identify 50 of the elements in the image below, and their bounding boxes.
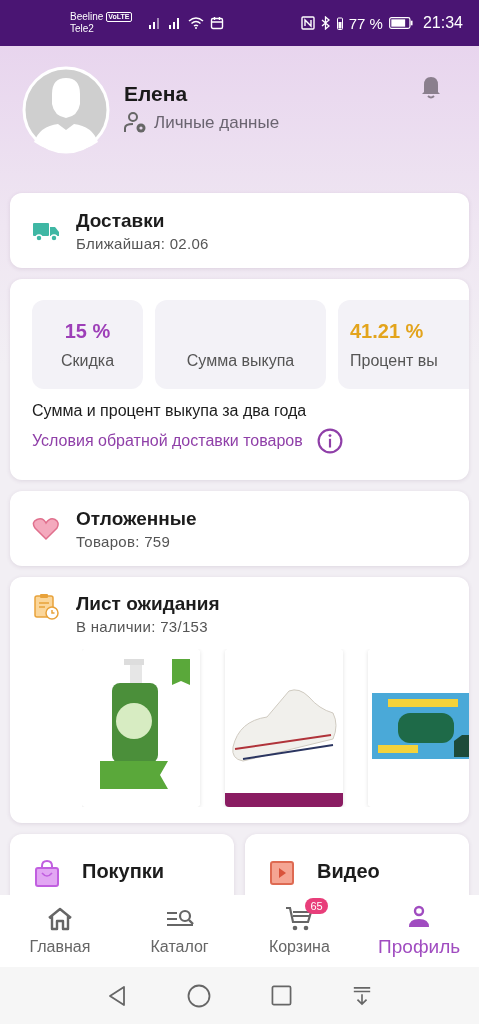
card-title: Видео (317, 860, 380, 883)
nav-tab[interactable]: Профиль (359, 895, 479, 967)
recent-apps-icon[interactable] (271, 985, 292, 1006)
stat-label: Сумма выкупа (186, 351, 295, 370)
card-subtitle: Ближайшая: 02.06 (76, 234, 209, 252)
shopping-bag-icon (34, 860, 60, 888)
nfc-icon (300, 16, 315, 30)
card-title: Доставки (76, 209, 166, 232)
wifi-icon (187, 17, 204, 29)
signal-icon (147, 17, 162, 29)
calendar-icon (209, 16, 224, 30)
clock-time: 21:34 (422, 14, 463, 32)
info-icon[interactable] (316, 428, 343, 454)
delivery-card[interactable]: Доставки Ближайшая: 02.06 (10, 193, 469, 268)
stats-note: Сумма и процент выкупа за два года (32, 402, 308, 420)
notification-pull-icon[interactable] (352, 985, 372, 1006)
card-subtitle: В наличии: 73/153 (76, 618, 209, 635)
heart-icon (32, 516, 60, 541)
nav-tab[interactable]: 65 Корзина (239, 895, 360, 967)
user-name: Елена (124, 82, 189, 106)
return-conditions-link[interactable]: Условия обратной доставки товаров (32, 432, 303, 450)
shortcut-card[interactable]: Видео (245, 834, 469, 895)
stat-label: Процент вы (350, 351, 438, 370)
shortcut-card[interactable]: Покупки (10, 834, 234, 895)
home-circle-icon[interactable] (187, 983, 211, 1008)
card-title: Лист ожидания (76, 593, 220, 615)
nav-tab[interactable]: Главная (0, 895, 120, 967)
person-icon (407, 905, 432, 929)
back-icon[interactable] (107, 984, 127, 1007)
video-play-icon (269, 860, 295, 886)
card-title: Покупки (82, 860, 165, 883)
battery-percent: 77 % (348, 14, 383, 32)
battery-icon (388, 17, 413, 29)
signal-icon (167, 17, 182, 29)
battery-icon (336, 16, 343, 30)
personal-data-link[interactable]: Личные данные (124, 112, 405, 134)
stat-value: 41.21 % (350, 319, 424, 342)
card-subtitle: Товаров: 759 (76, 532, 172, 550)
nav-tab[interactable]: Каталог (119, 895, 240, 967)
card-title: Отложенные (76, 507, 197, 530)
stat-label: Скидка (60, 351, 115, 370)
favorites-card[interactable]: Отложенные Товаров: 759 (10, 491, 469, 566)
carrier-name: Beeline (70, 11, 104, 23)
bluetooth-icon (320, 16, 331, 30)
stat-value: 15 % (64, 319, 111, 342)
home-icon (46, 907, 73, 931)
cart-count-badge: 65 (305, 898, 328, 914)
user-settings-icon (124, 112, 148, 134)
carrier-name: Tele2 (70, 23, 95, 35)
clipboard-clock-icon (32, 593, 60, 621)
